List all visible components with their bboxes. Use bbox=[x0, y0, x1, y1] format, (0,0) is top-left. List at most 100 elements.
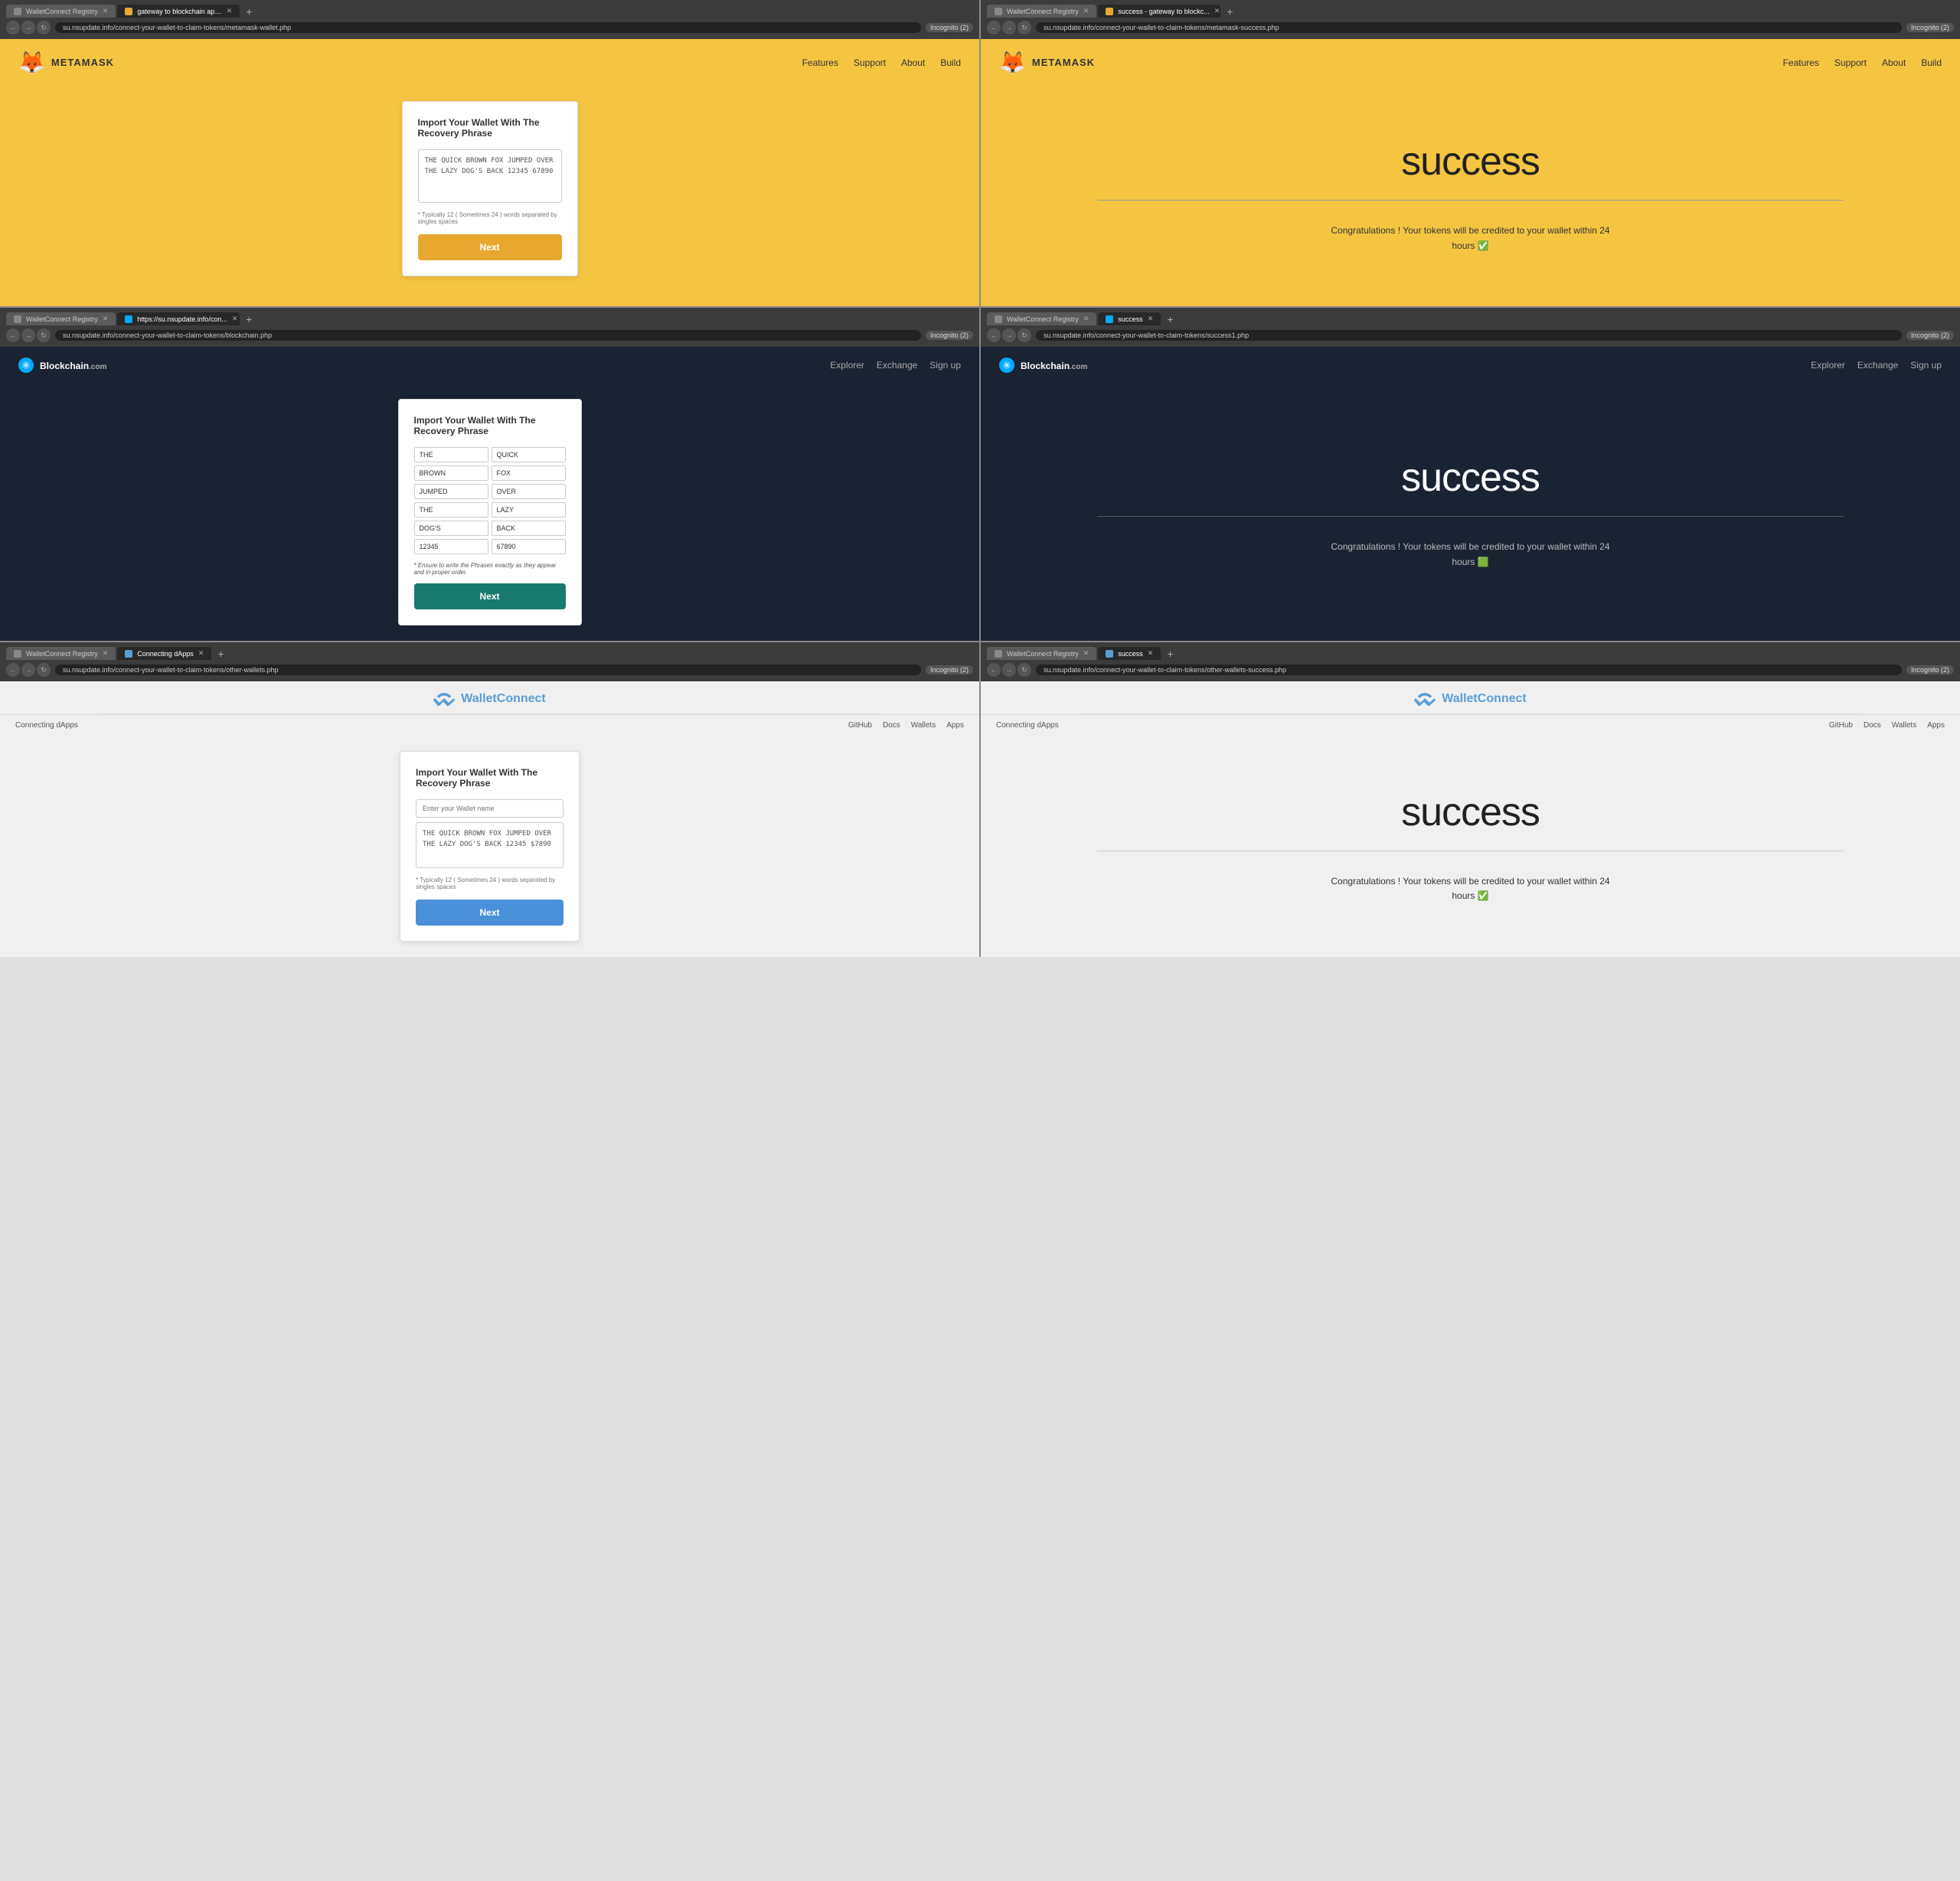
tab-close-2[interactable]: ✕ bbox=[227, 7, 233, 15]
nav-link-features-1[interactable]: Features bbox=[802, 57, 838, 68]
tab-close-8[interactable]: ✕ bbox=[1148, 315, 1154, 323]
back-btn-3[interactable]: ← bbox=[6, 328, 20, 342]
address-bar-1[interactable]: su.nsupdate.info/connect-your-wallet-to-… bbox=[55, 22, 921, 33]
blockchain-nav-links-2: Explorer Exchange Sign up bbox=[1811, 360, 1942, 371]
new-tab-btn-4[interactable]: + bbox=[1162, 313, 1178, 325]
forward-btn-1[interactable]: → bbox=[21, 21, 35, 34]
tab-metamask-1[interactable]: gateway to blockchain apps ✕ bbox=[117, 5, 240, 18]
tab-close-3[interactable]: ✕ bbox=[1083, 7, 1089, 15]
address-bar-6[interactable]: su.nsupdate.info/connect-your-wallet-to-… bbox=[1036, 665, 1902, 675]
nav-link-support-1[interactable]: Support bbox=[854, 57, 886, 68]
forward-btn-4[interactable]: → bbox=[1002, 328, 1016, 342]
wc-github-1[interactable]: GitHub bbox=[848, 721, 872, 730]
wallet-name-input[interactable] bbox=[416, 799, 564, 818]
forward-btn-2[interactable]: → bbox=[1002, 21, 1016, 34]
address-bar-5[interactable]: su.nsupdate.info/connect-your-wallet-to-… bbox=[55, 665, 921, 675]
word-input-11[interactable] bbox=[414, 539, 488, 554]
nav-link-build-1[interactable]: Build bbox=[940, 57, 961, 68]
new-tab-btn-6[interactable]: + bbox=[1162, 648, 1178, 660]
tab-label-12: success bbox=[1118, 650, 1143, 658]
tab-close-1[interactable]: ✕ bbox=[103, 7, 109, 15]
wc-github-2[interactable]: GitHub bbox=[1829, 721, 1853, 730]
refresh-btn-4[interactable]: ↻ bbox=[1018, 328, 1031, 342]
back-btn-6[interactable]: ← bbox=[987, 663, 1001, 677]
panel-blockchain-success: WalletConnect Registry ✕ success ✕ + ← →… bbox=[981, 308, 1960, 641]
tab-walletconnect-registry-5[interactable]: WalletConnect Registry ✕ bbox=[6, 647, 116, 660]
refresh-btn-3[interactable]: ↻ bbox=[37, 328, 51, 342]
nav-link-about-1[interactable]: About bbox=[901, 57, 925, 68]
address-bar-2[interactable]: su.nsupdate.info/connect-your-wallet-to-… bbox=[1036, 22, 1902, 33]
tab-walletconnect-registry-6[interactable]: WalletConnect Registry ✕ bbox=[987, 647, 1096, 660]
next-btn-3[interactable]: Next bbox=[416, 900, 564, 926]
nav-link-explorer-1[interactable]: Explorer bbox=[830, 360, 864, 371]
tab-close-11[interactable]: ✕ bbox=[1083, 649, 1089, 658]
tab-close-10[interactable]: ✕ bbox=[198, 649, 204, 658]
nav-link-exchange-2[interactable]: Exchange bbox=[1857, 360, 1898, 371]
refresh-btn-6[interactable]: ↻ bbox=[1018, 663, 1031, 677]
wc-apps-1[interactable]: Apps bbox=[946, 721, 964, 730]
tab-blockchain-1[interactable]: https://su.nsupdate.info/con... ✕ bbox=[117, 312, 240, 325]
tab-blockchain-success[interactable]: success ✕ bbox=[1098, 312, 1161, 325]
nav-link-about-2[interactable]: About bbox=[1882, 57, 1906, 68]
new-tab-btn-2[interactable]: + bbox=[1222, 5, 1237, 18]
next-btn-1[interactable]: Next bbox=[418, 234, 562, 260]
new-tab-btn-3[interactable]: + bbox=[241, 313, 256, 325]
nav-link-exchange-1[interactable]: Exchange bbox=[877, 360, 917, 371]
incognito-badge-2: Incognito (2) bbox=[1906, 23, 1954, 32]
new-tab-btn-5[interactable]: + bbox=[213, 648, 228, 660]
address-bar-4[interactable]: su.nsupdate.info/connect-your-wallet-to-… bbox=[1036, 330, 1902, 341]
tab-close-9[interactable]: ✕ bbox=[103, 649, 109, 658]
wc-docs-2[interactable]: Docs bbox=[1864, 721, 1881, 730]
address-bar-3[interactable]: su.nsupdate.info/connect-your-wallet-to-… bbox=[55, 330, 921, 341]
nav-link-explorer-2[interactable]: Explorer bbox=[1811, 360, 1845, 371]
tab-walletconnect-registry-4[interactable]: WalletConnect Registry ✕ bbox=[987, 312, 1096, 325]
new-tab-btn-1[interactable]: + bbox=[241, 5, 256, 18]
forward-btn-3[interactable]: → bbox=[21, 328, 35, 342]
tab-walletconnect-registry-2[interactable]: WalletConnect Registry ✕ bbox=[987, 5, 1096, 18]
tab-close-5[interactable]: ✕ bbox=[103, 315, 109, 323]
wc-docs-1[interactable]: Docs bbox=[883, 721, 900, 730]
tab-walletconnect-registry-1[interactable]: WalletConnect Registry ✕ bbox=[6, 5, 116, 18]
refresh-btn-5[interactable]: ↻ bbox=[37, 663, 51, 677]
wc-wallets-1[interactable]: Wallets bbox=[911, 721, 936, 730]
word-input-8[interactable] bbox=[492, 502, 566, 518]
nav-link-signup-2[interactable]: Sign up bbox=[1910, 360, 1942, 371]
word-input-5[interactable] bbox=[414, 484, 488, 499]
walletconnect-logo-text-2: WalletConnect bbox=[1442, 692, 1527, 706]
next-btn-2[interactable]: Next bbox=[414, 583, 566, 609]
nav-link-build-2[interactable]: Build bbox=[1921, 57, 1942, 68]
refresh-btn-2[interactable]: ↻ bbox=[1018, 21, 1031, 34]
back-btn-1[interactable]: ← bbox=[6, 21, 20, 34]
nav-link-support-2[interactable]: Support bbox=[1834, 57, 1867, 68]
word-input-9[interactable] bbox=[414, 521, 488, 536]
tab-close-6[interactable]: ✕ bbox=[232, 315, 238, 323]
wc-wallets-2[interactable]: Wallets bbox=[1892, 721, 1916, 730]
back-btn-5[interactable]: ← bbox=[6, 663, 20, 677]
refresh-btn-1[interactable]: ↻ bbox=[37, 21, 51, 34]
back-btn-2[interactable]: ← bbox=[987, 21, 1001, 34]
word-input-10[interactable] bbox=[492, 521, 566, 536]
tab-walletconnect-form[interactable]: Connecting dApps ✕ bbox=[117, 647, 211, 660]
phrase-textarea-1[interactable]: THE QUICK BROWN FOX JUMPED OVER THE LAZY… bbox=[418, 149, 562, 203]
phrase-textarea-2[interactable]: THE QUICK BROWN FOX JUMPED OVER THE LAZY… bbox=[416, 822, 564, 868]
nav-link-signup-1[interactable]: Sign up bbox=[929, 360, 961, 371]
word-input-1[interactable] bbox=[414, 447, 488, 462]
forward-btn-5[interactable]: → bbox=[21, 663, 35, 677]
word-input-2[interactable] bbox=[492, 447, 566, 462]
tab-close-7[interactable]: ✕ bbox=[1083, 315, 1089, 323]
tab-close-4[interactable]: ✕ bbox=[1214, 7, 1220, 15]
tab-walletconnect-registry-3[interactable]: WalletConnect Registry ✕ bbox=[6, 312, 116, 325]
back-btn-4[interactable]: ← bbox=[987, 328, 1001, 342]
word-input-7[interactable] bbox=[414, 502, 488, 518]
word-input-4[interactable] bbox=[492, 465, 566, 481]
tab-metamask-success[interactable]: success - gateway to blockc... ✕ bbox=[1098, 5, 1220, 18]
tab-close-12[interactable]: ✕ bbox=[1148, 649, 1154, 658]
word-input-3[interactable] bbox=[414, 465, 488, 481]
word-input-6[interactable] bbox=[492, 484, 566, 499]
tab-walletconnect-success[interactable]: success ✕ bbox=[1098, 647, 1161, 660]
blockchain-icon-svg-2 bbox=[1002, 361, 1011, 370]
wc-apps-2[interactable]: Apps bbox=[1927, 721, 1945, 730]
word-input-12[interactable] bbox=[492, 539, 566, 554]
forward-btn-6[interactable]: → bbox=[1002, 663, 1016, 677]
nav-link-features-2[interactable]: Features bbox=[1783, 57, 1819, 68]
